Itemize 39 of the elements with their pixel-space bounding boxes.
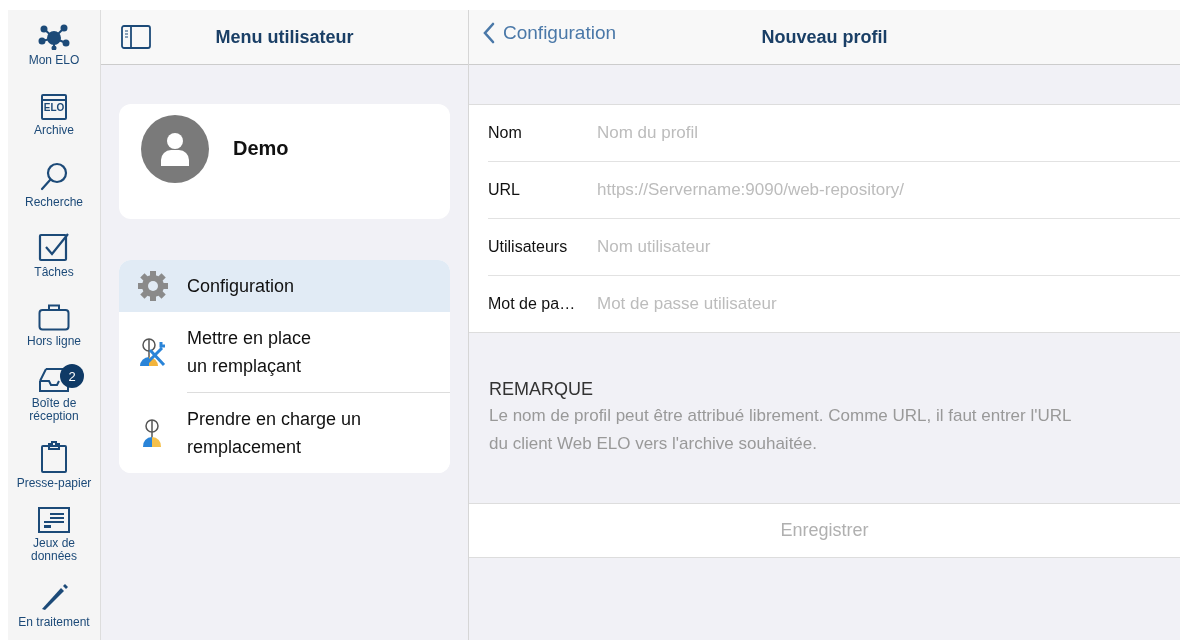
- nav-item[interactable]: ELO Archive: [8, 80, 100, 150]
- back-button[interactable]: Configuration: [483, 22, 617, 44]
- checkbox-icon: [38, 231, 70, 262]
- page-title: Nouveau profil: [761, 26, 888, 48]
- remark-heading: REMARQUE: [489, 379, 594, 400]
- nav-item[interactable]: Boîte de réception 2: [8, 360, 100, 430]
- nav-item[interactable]: Recherche: [8, 150, 100, 220]
- menu-item[interactable]: Configuration: [119, 260, 450, 312]
- network-icon: [37, 23, 71, 50]
- menu-item[interactable]: Prendre en charge un remplacement: [119, 392, 450, 473]
- nav-item[interactable]: Mon ELO: [8, 10, 100, 80]
- nav-item[interactable]: Presse-papier: [8, 430, 100, 500]
- nav-item[interactable]: Hors ligne: [8, 290, 100, 360]
- panel-title: Menu utilisateur: [215, 26, 354, 48]
- search-icon: [39, 161, 69, 192]
- sidebar-toggle-icon[interactable]: [121, 25, 151, 49]
- field-label: Utilisateurs: [488, 238, 569, 256]
- archive-icon: ELO: [41, 93, 67, 120]
- user-name: Demo: [233, 137, 289, 160]
- briefcase-icon: [38, 302, 70, 331]
- nav-item[interactable]: Jeux de données: [8, 500, 100, 570]
- nav-item[interactable]: Tâches: [8, 220, 100, 290]
- field-label: Mot de pa…: [488, 295, 577, 313]
- nav-item[interactable]: En traitement: [8, 570, 100, 640]
- gear-icon: [137, 270, 169, 302]
- person-wrench-icon: [138, 336, 168, 368]
- inbox-icon: [38, 367, 70, 393]
- input-field[interactable]: Nom utilisateur: [597, 232, 1180, 262]
- input-field[interactable]: Nom du profil: [597, 118, 1180, 148]
- field-label: URL: [488, 181, 521, 199]
- input-field[interactable]: https://Servername:9090/web-repository/: [597, 175, 1180, 205]
- field-label: Nom: [488, 124, 523, 142]
- chevron-left-icon: [483, 22, 495, 44]
- clipboard-icon: [40, 440, 68, 473]
- pen-icon: [39, 581, 69, 612]
- remark-text: Le nom de profil peut être attribué librement. Comme URL, il faut entrer l'URL du client Web ELO vers l'archive souhaitée.: [489, 405, 1072, 455]
- form-icon: [38, 507, 70, 533]
- count-badge: 2: [60, 364, 84, 388]
- input-field[interactable]: Mot de passe utilisateur: [597, 289, 1180, 319]
